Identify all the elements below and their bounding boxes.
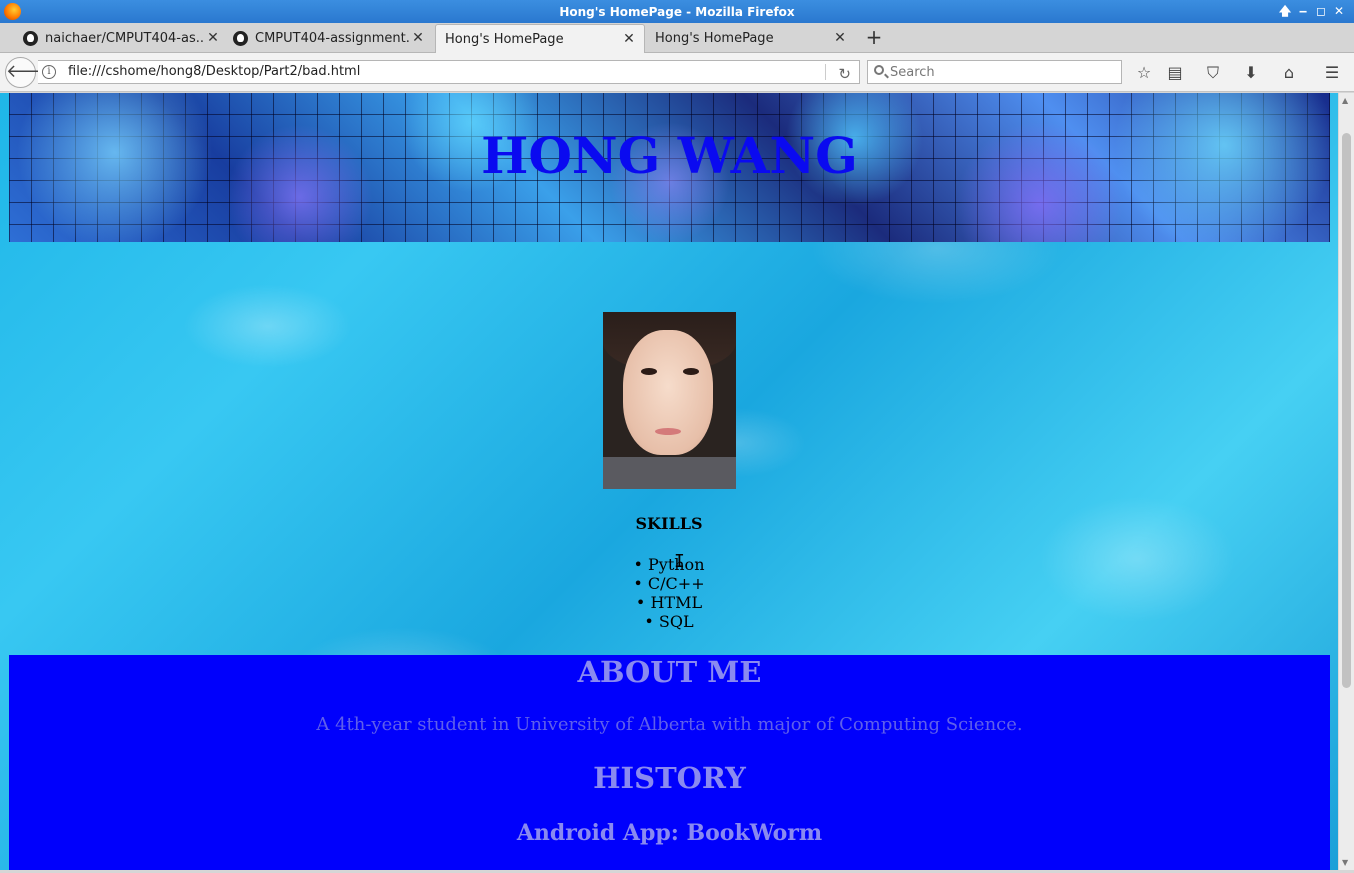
skills-list: Python C/C++ HTML SQL: [0, 555, 1338, 631]
header-banner: HONG WANG: [9, 93, 1330, 242]
scroll-up-icon[interactable]: ▲: [1342, 96, 1348, 105]
url-bar[interactable]: i file:///cshome/hong8/Desktop/Part2/bad…: [38, 60, 860, 84]
tab-label: Hong's HomePage: [655, 31, 774, 46]
photo-face: [623, 330, 713, 455]
tab-hongs-homepage[interactable]: Hong's HomePage ✕: [647, 24, 855, 53]
tab-strip: naichaer/CMPUT404-as... ✕ CMPUT404-assig…: [0, 23, 1354, 53]
home-icon[interactable]: ⌂: [1278, 62, 1300, 84]
window-title: Hong's HomePage - Mozilla Firefox: [559, 4, 795, 19]
photo-lips: [655, 428, 681, 435]
photo-eye-left: [641, 368, 657, 375]
url-text[interactable]: file:///cshome/hong8/Desktop/Part2/bad.h…: [68, 61, 360, 83]
github-icon: [23, 31, 38, 46]
navigation-bar: 🡐 i file:///cshome/hong8/Desktop/Part2/b…: [0, 53, 1354, 92]
reload-icon[interactable]: ↻: [838, 63, 851, 85]
bookmark-star-icon[interactable]: ☆: [1133, 62, 1155, 84]
project-title: Android App: BookWorm: [516, 820, 823, 846]
menu-hamburger-icon[interactable]: ☰: [1321, 62, 1343, 84]
about-heading: ABOUT ME: [577, 655, 762, 689]
skill-item: SQL: [0, 612, 1338, 631]
pocket-icon[interactable]: ⛉: [1202, 62, 1224, 84]
photo-shoulder: [603, 457, 736, 489]
close-tab-icon[interactable]: ✕: [411, 31, 425, 45]
firefox-logo-icon: [4, 3, 21, 20]
skill-item: Python: [0, 555, 1338, 574]
tab-label: CMPUT404-assignment...: [255, 31, 410, 46]
window-maximize-icon[interactable]: ◻: [1313, 3, 1329, 19]
tab-github-cmput404-assignment[interactable]: CMPUT404-assignment... ✕: [233, 24, 433, 53]
window-minimize-icon[interactable]: ‒: [1295, 3, 1311, 19]
history-heading: HISTORY: [593, 761, 746, 795]
window-close-icon[interactable]: ✕: [1331, 3, 1347, 19]
search-icon: [874, 65, 884, 75]
window-titlebar: Hong's HomePage - Mozilla Firefox 🡅 ‒ ◻ …: [0, 0, 1354, 23]
github-icon: [233, 31, 248, 46]
close-tab-icon[interactable]: ✕: [833, 31, 847, 45]
about-text: A 4th-year student in University of Albe…: [316, 714, 1023, 735]
url-separator: [825, 64, 826, 80]
back-button[interactable]: 🡐: [5, 57, 54, 88]
close-tab-icon[interactable]: ✕: [622, 32, 636, 46]
tab-hongs-homepage-active[interactable]: Hong's HomePage ✕: [435, 24, 645, 53]
tab-label: naichaer/CMPUT404-as...: [45, 31, 205, 46]
tab-github-cmput404-naichaer[interactable]: naichaer/CMPUT404-as... ✕: [23, 24, 228, 53]
window-raise-icon[interactable]: 🡅: [1277, 3, 1293, 19]
downloads-icon[interactable]: ⬇: [1240, 62, 1262, 84]
skill-item: C/C++: [0, 574, 1338, 593]
text-cursor-icon: I: [674, 551, 685, 572]
close-tab-icon[interactable]: ✕: [206, 31, 220, 45]
skill-item: HTML: [0, 593, 1338, 612]
vertical-scrollbar[interactable]: ▲ ▼: [1338, 93, 1354, 870]
tab-label: Hong's HomePage: [445, 31, 564, 47]
photo-eye-right: [683, 368, 699, 375]
search-input[interactable]: [890, 63, 1115, 81]
page-title: HONG WANG: [481, 126, 858, 185]
skills-heading: SKILLS: [635, 514, 703, 533]
profile-photo: [603, 312, 736, 489]
page-viewport: HONG WANG SKILLS Python C/C++ HTML SQL I…: [0, 93, 1338, 870]
scroll-down-icon[interactable]: ▼: [1342, 858, 1348, 867]
about-section: ABOUT ME A 4th-year student in Universit…: [9, 655, 1330, 870]
scroll-thumb[interactable]: [1342, 133, 1351, 688]
search-bar[interactable]: [867, 60, 1122, 84]
new-tab-button[interactable]: +: [862, 27, 886, 49]
reading-list-icon[interactable]: ▤: [1164, 62, 1186, 84]
info-icon[interactable]: i: [42, 65, 56, 79]
